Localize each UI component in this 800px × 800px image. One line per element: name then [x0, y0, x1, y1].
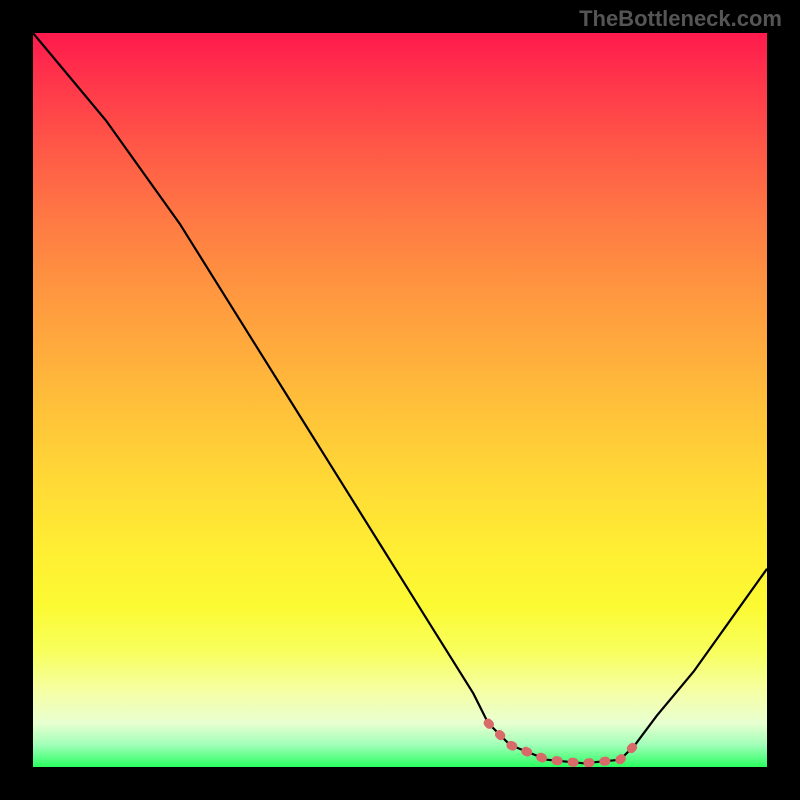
bottleneck-curve-line [33, 33, 767, 763]
bottleneck-curve-svg [33, 33, 767, 767]
chart-plot-area [33, 33, 767, 767]
optimal-zone-markers [488, 723, 635, 763]
attribution-text: TheBottleneck.com [579, 6, 782, 32]
